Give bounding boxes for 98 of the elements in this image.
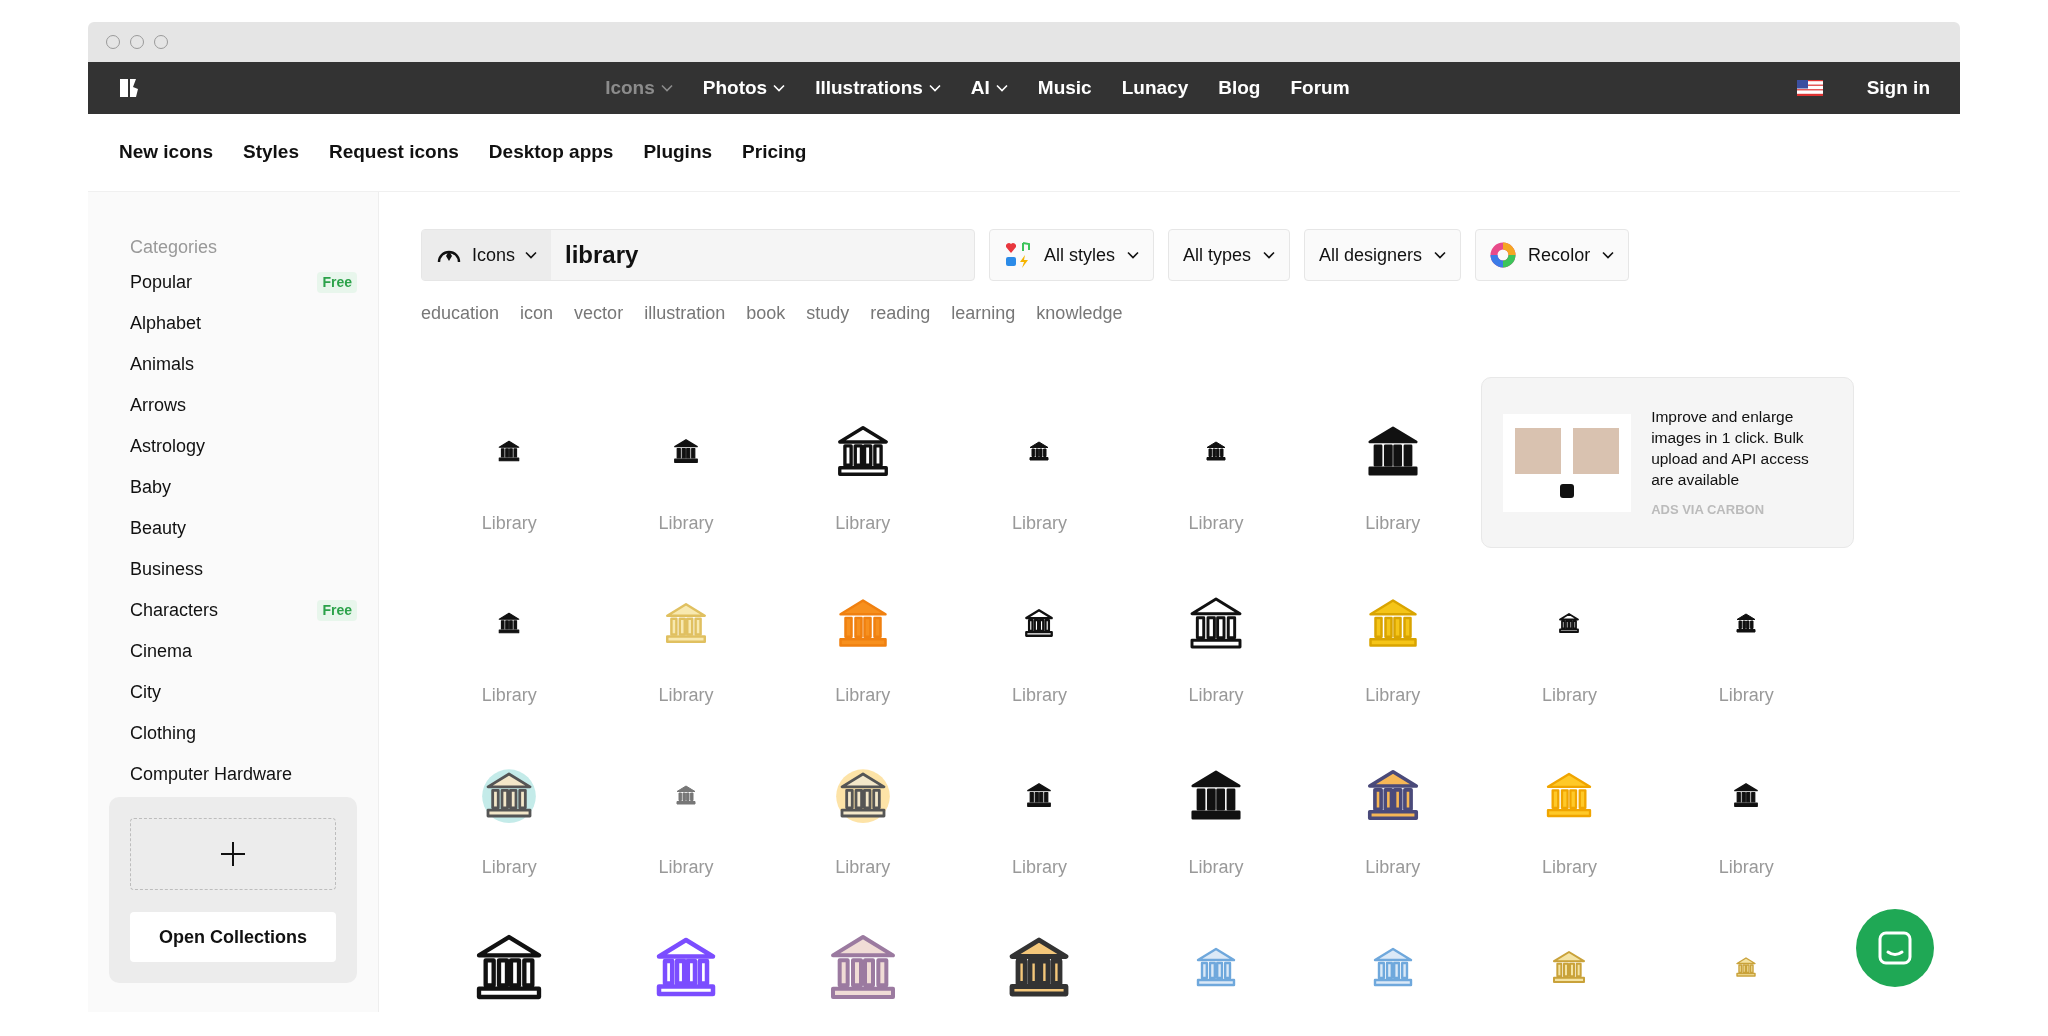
- sign-in-link[interactable]: Sign in: [1866, 73, 1930, 103]
- icon-label: Library: [1365, 684, 1421, 707]
- category-item[interactable]: City: [109, 672, 357, 713]
- chevron-down-icon: [773, 84, 786, 92]
- icon-label: Library: [1188, 684, 1244, 707]
- icon-label: Library: [1365, 856, 1421, 879]
- category-item[interactable]: Baby: [109, 467, 357, 508]
- tag-link[interactable]: study: [806, 299, 850, 327]
- library-building-icon: [1734, 955, 1759, 979]
- icon-label: Library: [835, 856, 891, 879]
- category-item[interactable]: Cinema: [109, 631, 357, 672]
- library-building-icon: [834, 767, 891, 823]
- icon-label: Library: [1365, 512, 1421, 535]
- library-building-icon: [1557, 611, 1582, 635]
- icon-label: Library: [481, 684, 537, 707]
- free-badge: Free: [317, 272, 357, 293]
- icon-label: Library: [658, 856, 714, 879]
- chat-icon: [1877, 930, 1913, 966]
- category-item[interactable]: Alphabet: [109, 303, 357, 344]
- photo-placeholder: [1573, 427, 1620, 474]
- library-building-icon: [1734, 611, 1759, 635]
- chevron-down-icon: [995, 84, 1008, 92]
- free-badge: Free: [317, 600, 357, 621]
- library-building-icon: [674, 783, 699, 807]
- subnav-link[interactable]: Pricing: [742, 138, 807, 167]
- photo-placeholder: [1515, 427, 1562, 474]
- icon-label: Library: [1718, 684, 1774, 707]
- nav-link[interactable]: Icons: [605, 73, 673, 103]
- tag-link[interactable]: learning: [951, 299, 1016, 327]
- add-collection-button[interactable]: [130, 818, 336, 890]
- nav-link[interactable]: Illustrations: [815, 73, 941, 103]
- category-item[interactable]: Characters Free: [109, 590, 357, 631]
- chevron-down-icon: [1263, 251, 1276, 259]
- tag-link[interactable]: vector: [574, 299, 624, 327]
- icon-label: Library: [1541, 684, 1597, 707]
- sidebar-heading: Categories: [129, 236, 219, 259]
- library-building-icon: [1027, 439, 1052, 463]
- icon-label: Library: [658, 684, 714, 707]
- icon-label: Library: [1011, 856, 1067, 879]
- icon-label: Library: [835, 684, 891, 707]
- icon-label: Library: [1718, 856, 1774, 879]
- subnav-link[interactable]: Styles: [243, 138, 299, 167]
- subnav-link[interactable]: New icons: [119, 138, 213, 167]
- nav-link[interactable]: Photos: [702, 73, 786, 103]
- tag-link[interactable]: reading: [870, 299, 931, 327]
- icon-label: Library: [481, 856, 537, 879]
- ad-text: Improve and enlarge images in 1 click. Bulk upload and API access are available: [1651, 406, 1810, 490]
- chevron-down-icon: [1434, 251, 1447, 259]
- nav-link[interactable]: Lunacy: [1121, 73, 1189, 103]
- color-wheel-icon: [1490, 242, 1517, 268]
- nav-link[interactable]: Blog: [1218, 73, 1261, 103]
- tag-link[interactable]: knowledge: [1036, 299, 1123, 327]
- ad-logo-icon: [1560, 483, 1575, 498]
- nav-link[interactable]: Forum: [1290, 73, 1350, 103]
- chevron-down-icon: [1127, 251, 1139, 259]
- filter-dropdown[interactable]: Recolor: [1475, 229, 1630, 281]
- search-scope-dropdown[interactable]: Icons: [422, 230, 552, 280]
- ad-card[interactable]: Improve and enlarge images in 1 click. Bulk upload and API access are available ADS VIA CARBON: [1481, 377, 1855, 548]
- plus-icon: [220, 841, 246, 867]
- icon-label: Library: [658, 512, 714, 535]
- category-item[interactable]: Clothing: [109, 713, 357, 754]
- chevron-down-icon: [1602, 251, 1615, 259]
- category-item[interactable]: Beauty: [109, 508, 357, 549]
- category-item[interactable]: Animals: [109, 344, 357, 385]
- icon-label: Library: [1011, 512, 1067, 535]
- tag-link[interactable]: illustration: [644, 299, 726, 327]
- styles-icon: [1004, 241, 1032, 269]
- icon-label: Library: [1541, 856, 1597, 879]
- tag-link[interactable]: icon: [520, 299, 554, 327]
- filter-dropdown[interactable]: All designers: [1304, 229, 1462, 281]
- icon-label: Library: [1011, 684, 1067, 707]
- category-item[interactable]: Computer Hardware: [109, 754, 357, 795]
- subnav-link[interactable]: Request icons: [328, 138, 459, 167]
- category-item[interactable]: Business: [109, 549, 357, 590]
- library-building-icon: [481, 767, 538, 823]
- category-item[interactable]: Popular Free: [109, 262, 357, 303]
- subnav-link[interactable]: Desktop apps: [488, 138, 614, 167]
- subnav-link[interactable]: Plugins: [643, 138, 713, 167]
- icon-label: Library: [1188, 856, 1244, 879]
- chevron-down-icon: [525, 251, 538, 259]
- nav-link[interactable]: Music: [1037, 73, 1092, 103]
- search-field[interactable]: Icons library: [421, 229, 975, 281]
- flag-icon[interactable]: [1796, 80, 1823, 96]
- open-collections-button[interactable]: Open Collections: [130, 912, 336, 962]
- icon-label: Library: [835, 512, 891, 535]
- tag-link[interactable]: education: [421, 299, 500, 327]
- tag-link[interactable]: book: [746, 299, 786, 327]
- category-item[interactable]: Astrology: [109, 426, 357, 467]
- icon-label: Library: [481, 512, 537, 535]
- nav-link[interactable]: AI: [970, 73, 1008, 103]
- chevron-down-icon: [660, 84, 673, 92]
- category-item[interactable]: Arrows: [109, 385, 357, 426]
- filter-dropdown[interactable]: All styles: [989, 229, 1154, 281]
- icon-label: Library: [1188, 512, 1244, 535]
- chevron-down-icon: [928, 84, 941, 92]
- library-building-icon: [1204, 439, 1229, 463]
- filter-dropdown[interactable]: All types: [1168, 229, 1291, 281]
- logo-icon[interactable]: [118, 77, 140, 99]
